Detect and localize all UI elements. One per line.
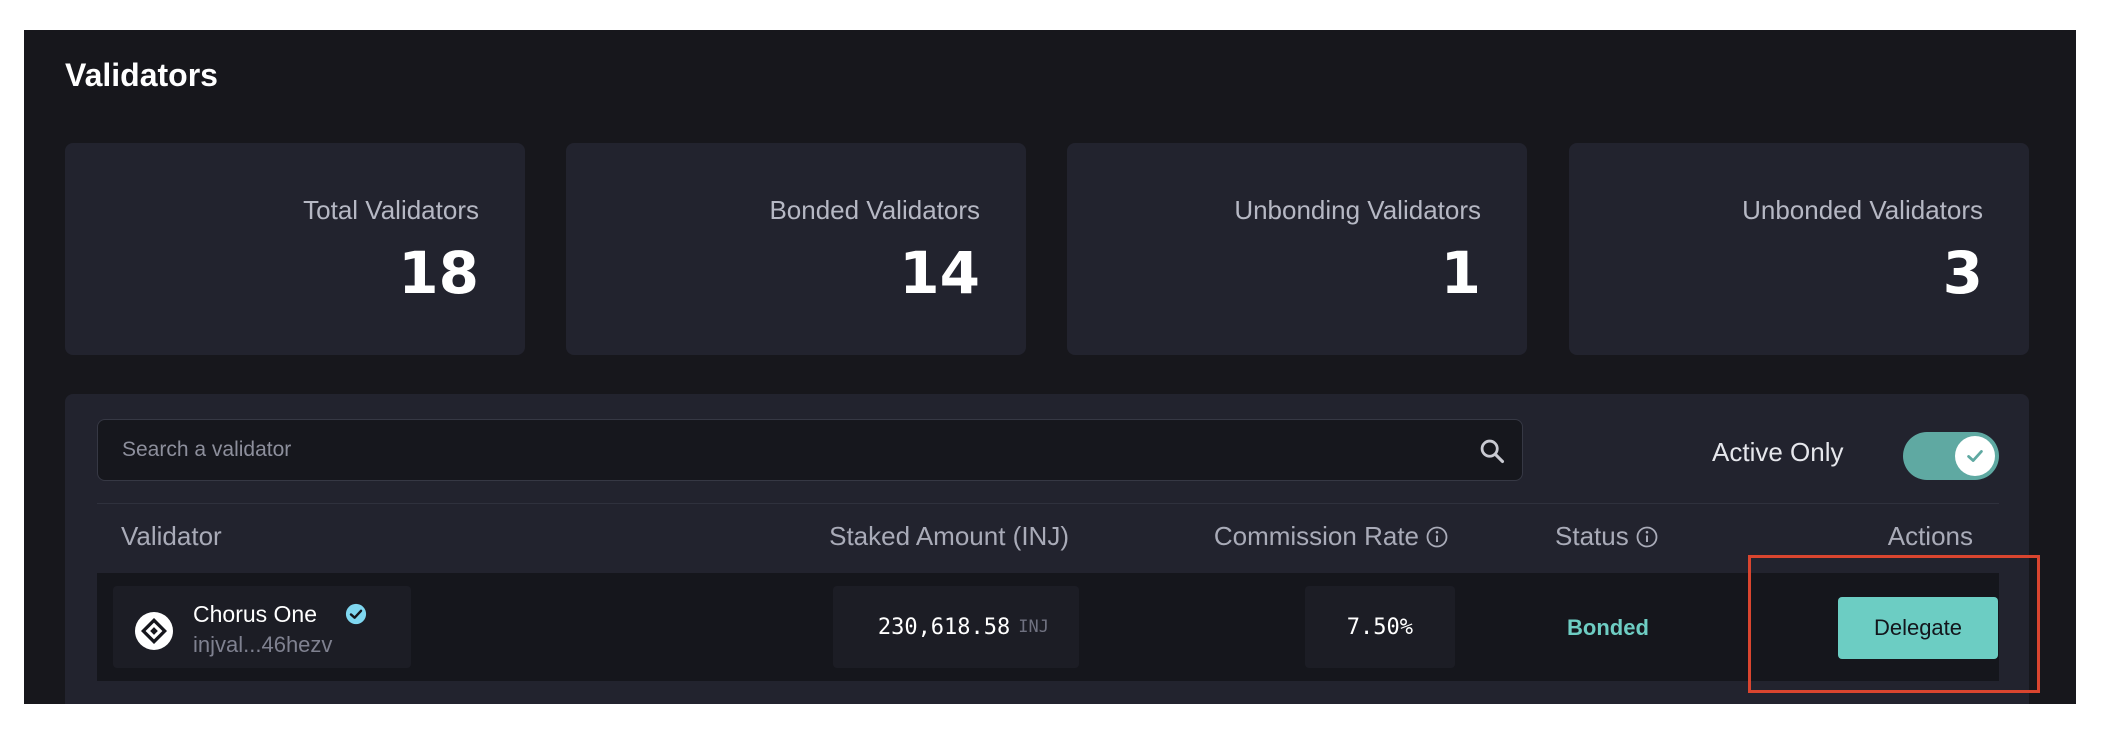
- stat-card-total: Total Validators 18: [65, 143, 525, 355]
- search-icon[interactable]: [1478, 437, 1506, 465]
- page-title: Validators: [65, 57, 218, 93]
- stat-label: Bonded Validators: [769, 195, 980, 225]
- highlight-annotation-box: [1748, 555, 2040, 693]
- stat-label: Unbonded Validators: [1742, 195, 1983, 225]
- validator-name: Chorus One: [193, 601, 318, 627]
- column-header-commission[interactable]: Commission Rate: [1214, 521, 1449, 552]
- info-icon[interactable]: [1635, 525, 1659, 549]
- commission-rate: 7.50%: [1346, 614, 1413, 640]
- validators-table-panel: Active Only Validator Staked Amount (INJ…: [65, 394, 2029, 704]
- column-header-validator[interactable]: Validator: [121, 521, 222, 552]
- toggle-knob: [1955, 436, 1995, 476]
- stat-value: 18: [398, 239, 479, 307]
- stat-card-unbonded: Unbonded Validators 3: [1569, 143, 2029, 355]
- verified-badge-icon: [345, 603, 367, 625]
- active-only-toggle[interactable]: [1903, 432, 1999, 480]
- search-input[interactable]: [98, 420, 1522, 480]
- staked-amount: 230,618.58: [877, 614, 1011, 640]
- staked-unit: INJ: [1018, 617, 1049, 637]
- column-header-staked[interactable]: Staked Amount (INJ): [829, 521, 1069, 552]
- stat-value: 1: [1440, 239, 1481, 307]
- status-badge: Bonded: [1567, 615, 1649, 640]
- column-header-actions: Actions: [1887, 521, 1973, 551]
- validator-address: injval...46hezv: [193, 632, 333, 657]
- stat-value: 14: [899, 239, 980, 307]
- search-box: [97, 419, 1523, 481]
- stat-card-bonded: Bonded Validators 14: [566, 143, 1026, 355]
- active-only-label: Active Only: [1712, 437, 1844, 467]
- commission-rate-cell: 7.50%: [1305, 586, 1455, 668]
- staked-amount-cell: 230,618.58 INJ: [833, 586, 1079, 668]
- stat-value: 3: [1942, 239, 1983, 307]
- column-header-status[interactable]: Status: [1555, 521, 1659, 552]
- check-icon: [1967, 450, 1983, 462]
- table-row: Chorus One injval...46hezv 230,618.58 IN…: [97, 573, 1999, 681]
- info-icon[interactable]: [1425, 525, 1449, 549]
- validator-cell[interactable]: Chorus One injval...46hezv: [113, 586, 411, 668]
- header-divider: [97, 503, 1999, 504]
- stat-card-unbonding: Unbonding Validators 1: [1067, 143, 1527, 355]
- column-header-commission-label: Commission Rate: [1213, 521, 1419, 551]
- column-header-status-label: Status: [1555, 521, 1629, 551]
- stat-label: Unbonding Validators: [1234, 195, 1481, 225]
- stat-label: Total Validators: [303, 195, 479, 225]
- chorus-one-logo-icon: [135, 612, 173, 650]
